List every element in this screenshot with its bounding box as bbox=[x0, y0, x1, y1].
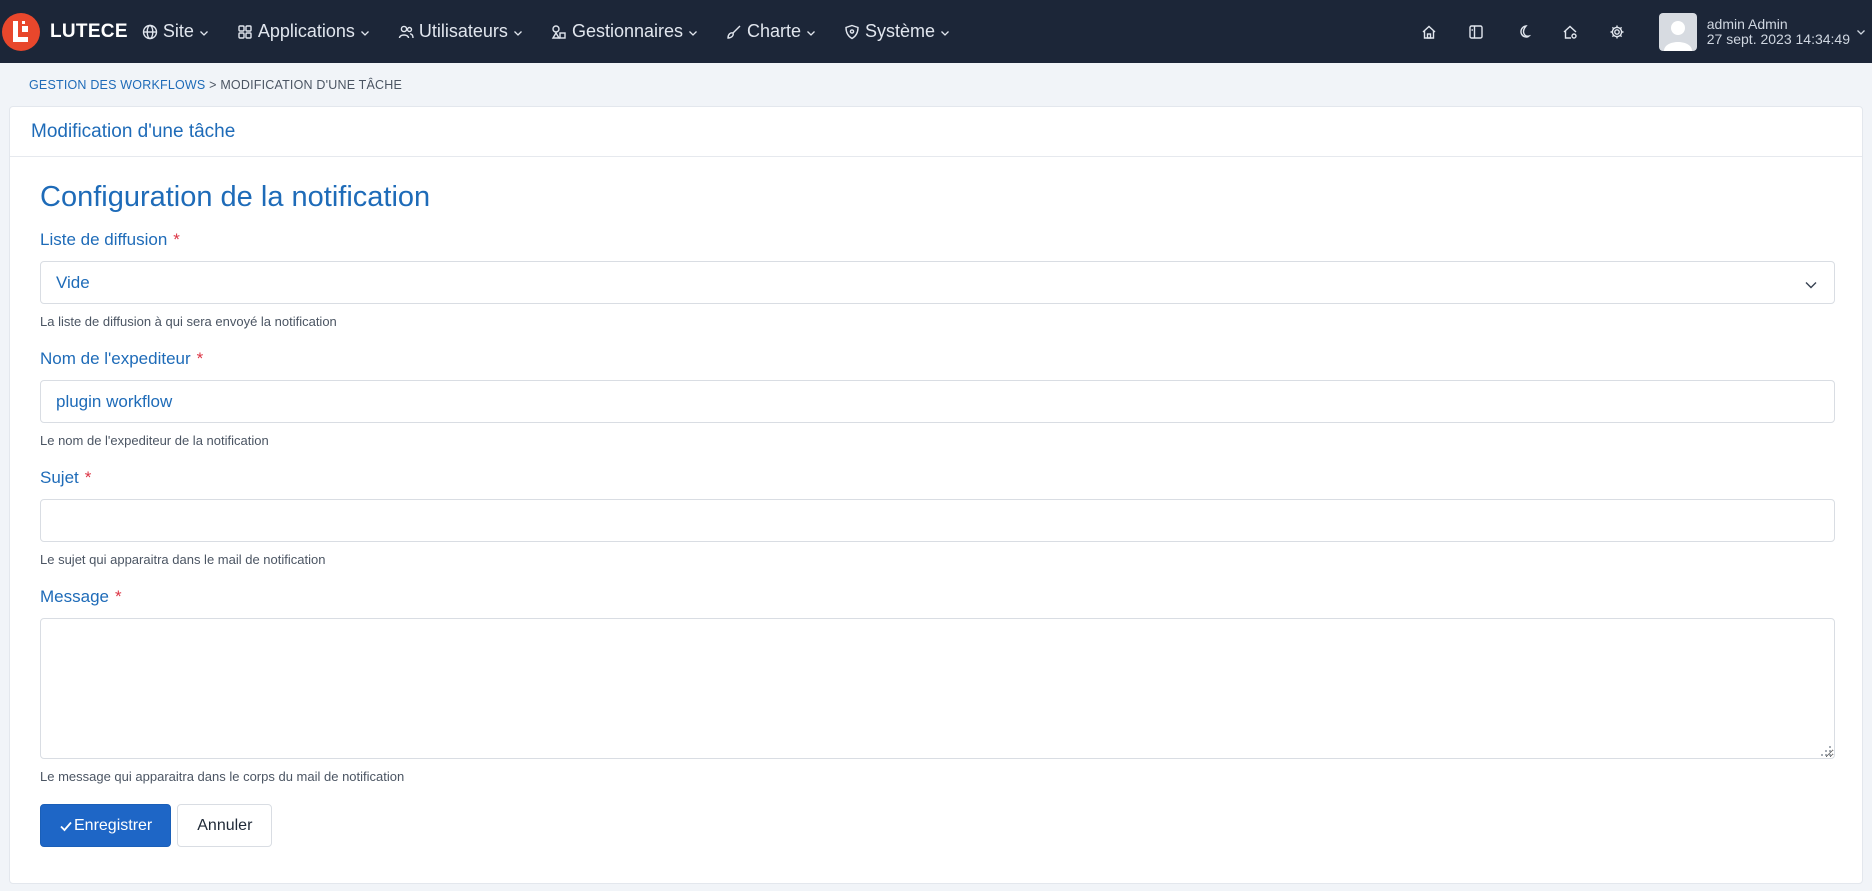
user-menu[interactable]: admin Admin 27 sept. 2023 14:34:49 bbox=[1658, 12, 1866, 51]
brush-icon bbox=[726, 24, 742, 40]
breadcrumb-separator: > bbox=[209, 78, 217, 92]
save-button-label: Enregistrer bbox=[74, 816, 153, 834]
mailing-list-help: La liste de diffusion à qui sera envoyé … bbox=[40, 314, 337, 329]
users-icon bbox=[398, 24, 414, 40]
chevron-down-icon bbox=[688, 28, 698, 38]
chevron-down-icon bbox=[1804, 277, 1818, 291]
cancel-button[interactable]: Annuler bbox=[177, 804, 273, 847]
chevron-down-icon bbox=[360, 28, 370, 38]
message-textarea-wrapper bbox=[40, 618, 1835, 759]
chevron-down-icon bbox=[513, 28, 523, 38]
menu-utilisateurs-label: Utilisateurs bbox=[418, 21, 508, 41]
home-icon[interactable] bbox=[1420, 23, 1438, 41]
subject-input[interactable] bbox=[40, 499, 1835, 542]
required-mark: * bbox=[84, 468, 92, 487]
section-title: Configuration de la notification bbox=[40, 181, 431, 213]
main-menu: Site Applications Utilisateurs Gestionna… bbox=[142, 21, 978, 42]
menu-applications-label: Applications bbox=[257, 21, 355, 41]
required-mark: * bbox=[173, 230, 180, 249]
apps-icon bbox=[237, 24, 253, 40]
moon-icon[interactable] bbox=[1514, 23, 1532, 41]
required-mark: * bbox=[114, 587, 122, 606]
message-label-text: Message bbox=[40, 587, 109, 606]
menu-site-label: Site bbox=[162, 21, 194, 41]
sender-name-value: plugin workflow bbox=[56, 391, 173, 411]
brand[interactable]: LUTECE bbox=[0, 0, 128, 63]
menu-gestionnaires-label: Gestionnaires bbox=[571, 21, 683, 41]
menu-systeme[interactable]: Système bbox=[844, 21, 950, 42]
shield-icon bbox=[844, 24, 860, 40]
resize-grip-icon[interactable] bbox=[1820, 744, 1832, 756]
menu-charte[interactable]: Charte bbox=[726, 21, 816, 42]
card-header: Modification d'une tâche bbox=[10, 107, 1862, 157]
subject-label-text: Sujet bbox=[40, 468, 79, 487]
navbar-tools: admin Admin 27 sept. 2023 14:34:49 bbox=[1420, 0, 1872, 63]
user-info: admin Admin 27 sept. 2023 14:34:49 bbox=[1706, 15, 1850, 47]
globe-icon bbox=[142, 24, 158, 40]
check-icon bbox=[59, 819, 73, 833]
menu-gestionnaires[interactable]: Gestionnaires bbox=[551, 21, 698, 42]
task-card: Modification d'une tâche Configuration d… bbox=[9, 106, 1863, 884]
chevron-down-icon bbox=[1856, 27, 1866, 37]
mailing-list-label: Liste de diffusion * bbox=[40, 230, 1832, 250]
notification-form: Configuration de la notification Liste d… bbox=[10, 157, 1862, 847]
top-navbar: LUTECE Site Applications Utilisateurs Ge… bbox=[0, 0, 1872, 63]
chevron-down-icon bbox=[806, 28, 816, 38]
user-name: admin Admin bbox=[1706, 15, 1788, 32]
subject-label: Sujet * bbox=[40, 468, 1832, 488]
lutece-logo-icon bbox=[2, 12, 40, 51]
avatar bbox=[1658, 12, 1697, 51]
sender-name-label: Nom de l'expediteur * bbox=[40, 349, 1832, 369]
message-help: Le message qui apparaitra dans le corps … bbox=[40, 769, 405, 784]
menu-systeme-label: Système bbox=[865, 21, 936, 41]
breadcrumb-current: Modification d'une tâche bbox=[220, 78, 403, 92]
menu-site[interactable]: Site bbox=[142, 21, 209, 42]
menu-charte-label: Charte bbox=[747, 21, 802, 41]
card-title: Modification d'une tâche bbox=[31, 120, 236, 142]
brand-name: LUTECE bbox=[50, 20, 128, 42]
shapes-icon bbox=[551, 24, 567, 40]
layout-icon[interactable] bbox=[1467, 23, 1485, 41]
gear-icon[interactable] bbox=[1608, 23, 1626, 41]
breadcrumb: Gestion des workflows > Modification d'u… bbox=[29, 78, 402, 92]
save-button[interactable]: Enregistrer bbox=[40, 804, 172, 847]
message-label: Message * bbox=[40, 587, 1832, 607]
menu-applications[interactable]: Applications bbox=[237, 21, 370, 42]
required-mark: * bbox=[196, 349, 204, 368]
message-textarea[interactable] bbox=[40, 618, 1835, 759]
form-actions: Enregistrer Annuler bbox=[40, 804, 1832, 847]
sender-name-input[interactable]: plugin workflow bbox=[40, 380, 1835, 423]
mailing-list-select[interactable]: Vide bbox=[40, 261, 1835, 304]
sender-name-label-text: Nom de l'expediteur bbox=[40, 349, 191, 368]
sender-name-help: Le nom de l'expediteur de la notificatio… bbox=[40, 433, 269, 448]
chevron-down-icon bbox=[940, 28, 950, 38]
menu-utilisateurs[interactable]: Utilisateurs bbox=[398, 21, 523, 42]
home-gear-icon[interactable] bbox=[1561, 23, 1579, 41]
mailing-list-selected-value: Vide bbox=[56, 272, 90, 292]
subject-help: Le sujet qui apparaitra dans le mail de … bbox=[40, 552, 326, 567]
chevron-down-icon bbox=[199, 28, 209, 38]
breadcrumb-parent-link[interactable]: Gestion des workflows bbox=[29, 78, 205, 92]
user-date: 27 sept. 2023 14:34:49 bbox=[1706, 30, 1850, 47]
mailing-list-label-text: Liste de diffusion bbox=[40, 230, 168, 249]
